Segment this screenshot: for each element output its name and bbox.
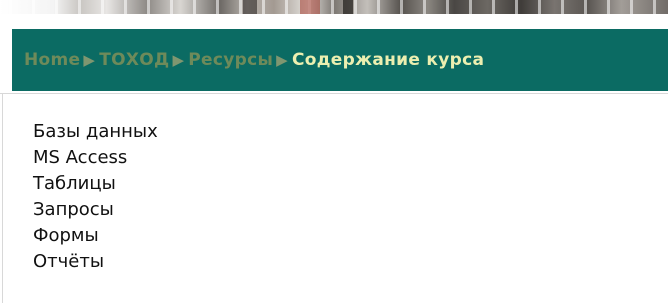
breadcrumb-home[interactable]: Home <box>24 50 80 70</box>
breadcrumb-resources[interactable]: Ресурсы <box>188 50 273 70</box>
banner-blot <box>300 0 320 14</box>
breadcrumb-tohod[interactable]: ТОХОД <box>99 50 169 70</box>
banner-blot <box>343 0 353 14</box>
list-item: Отчёты <box>33 251 105 272</box>
list-item: Таблицы <box>33 173 116 194</box>
breadcrumb-separator-icon: ▶ <box>83 51 96 69</box>
breadcrumb-current-page: Содержание курса <box>292 50 485 70</box>
content-top-border <box>0 93 668 94</box>
breadcrumb: Home ▶ ТОХОД ▶ Ресурсы ▶ Содержание курса <box>12 29 668 91</box>
breadcrumb-separator-icon: ▶ <box>276 51 289 69</box>
breadcrumb-separator-icon: ▶ <box>172 51 185 69</box>
course-contents-list: Базы данных MS Access Таблицы Запросы Фо… <box>33 119 158 275</box>
list-item: Формы <box>33 225 99 246</box>
list-item: MS Access <box>33 147 128 168</box>
list-item: Базы данных <box>33 121 158 142</box>
list-item: Запросы <box>33 199 114 220</box>
header-banner-image <box>0 0 668 14</box>
banner-blot <box>243 0 257 14</box>
content-left-border <box>2 94 3 303</box>
